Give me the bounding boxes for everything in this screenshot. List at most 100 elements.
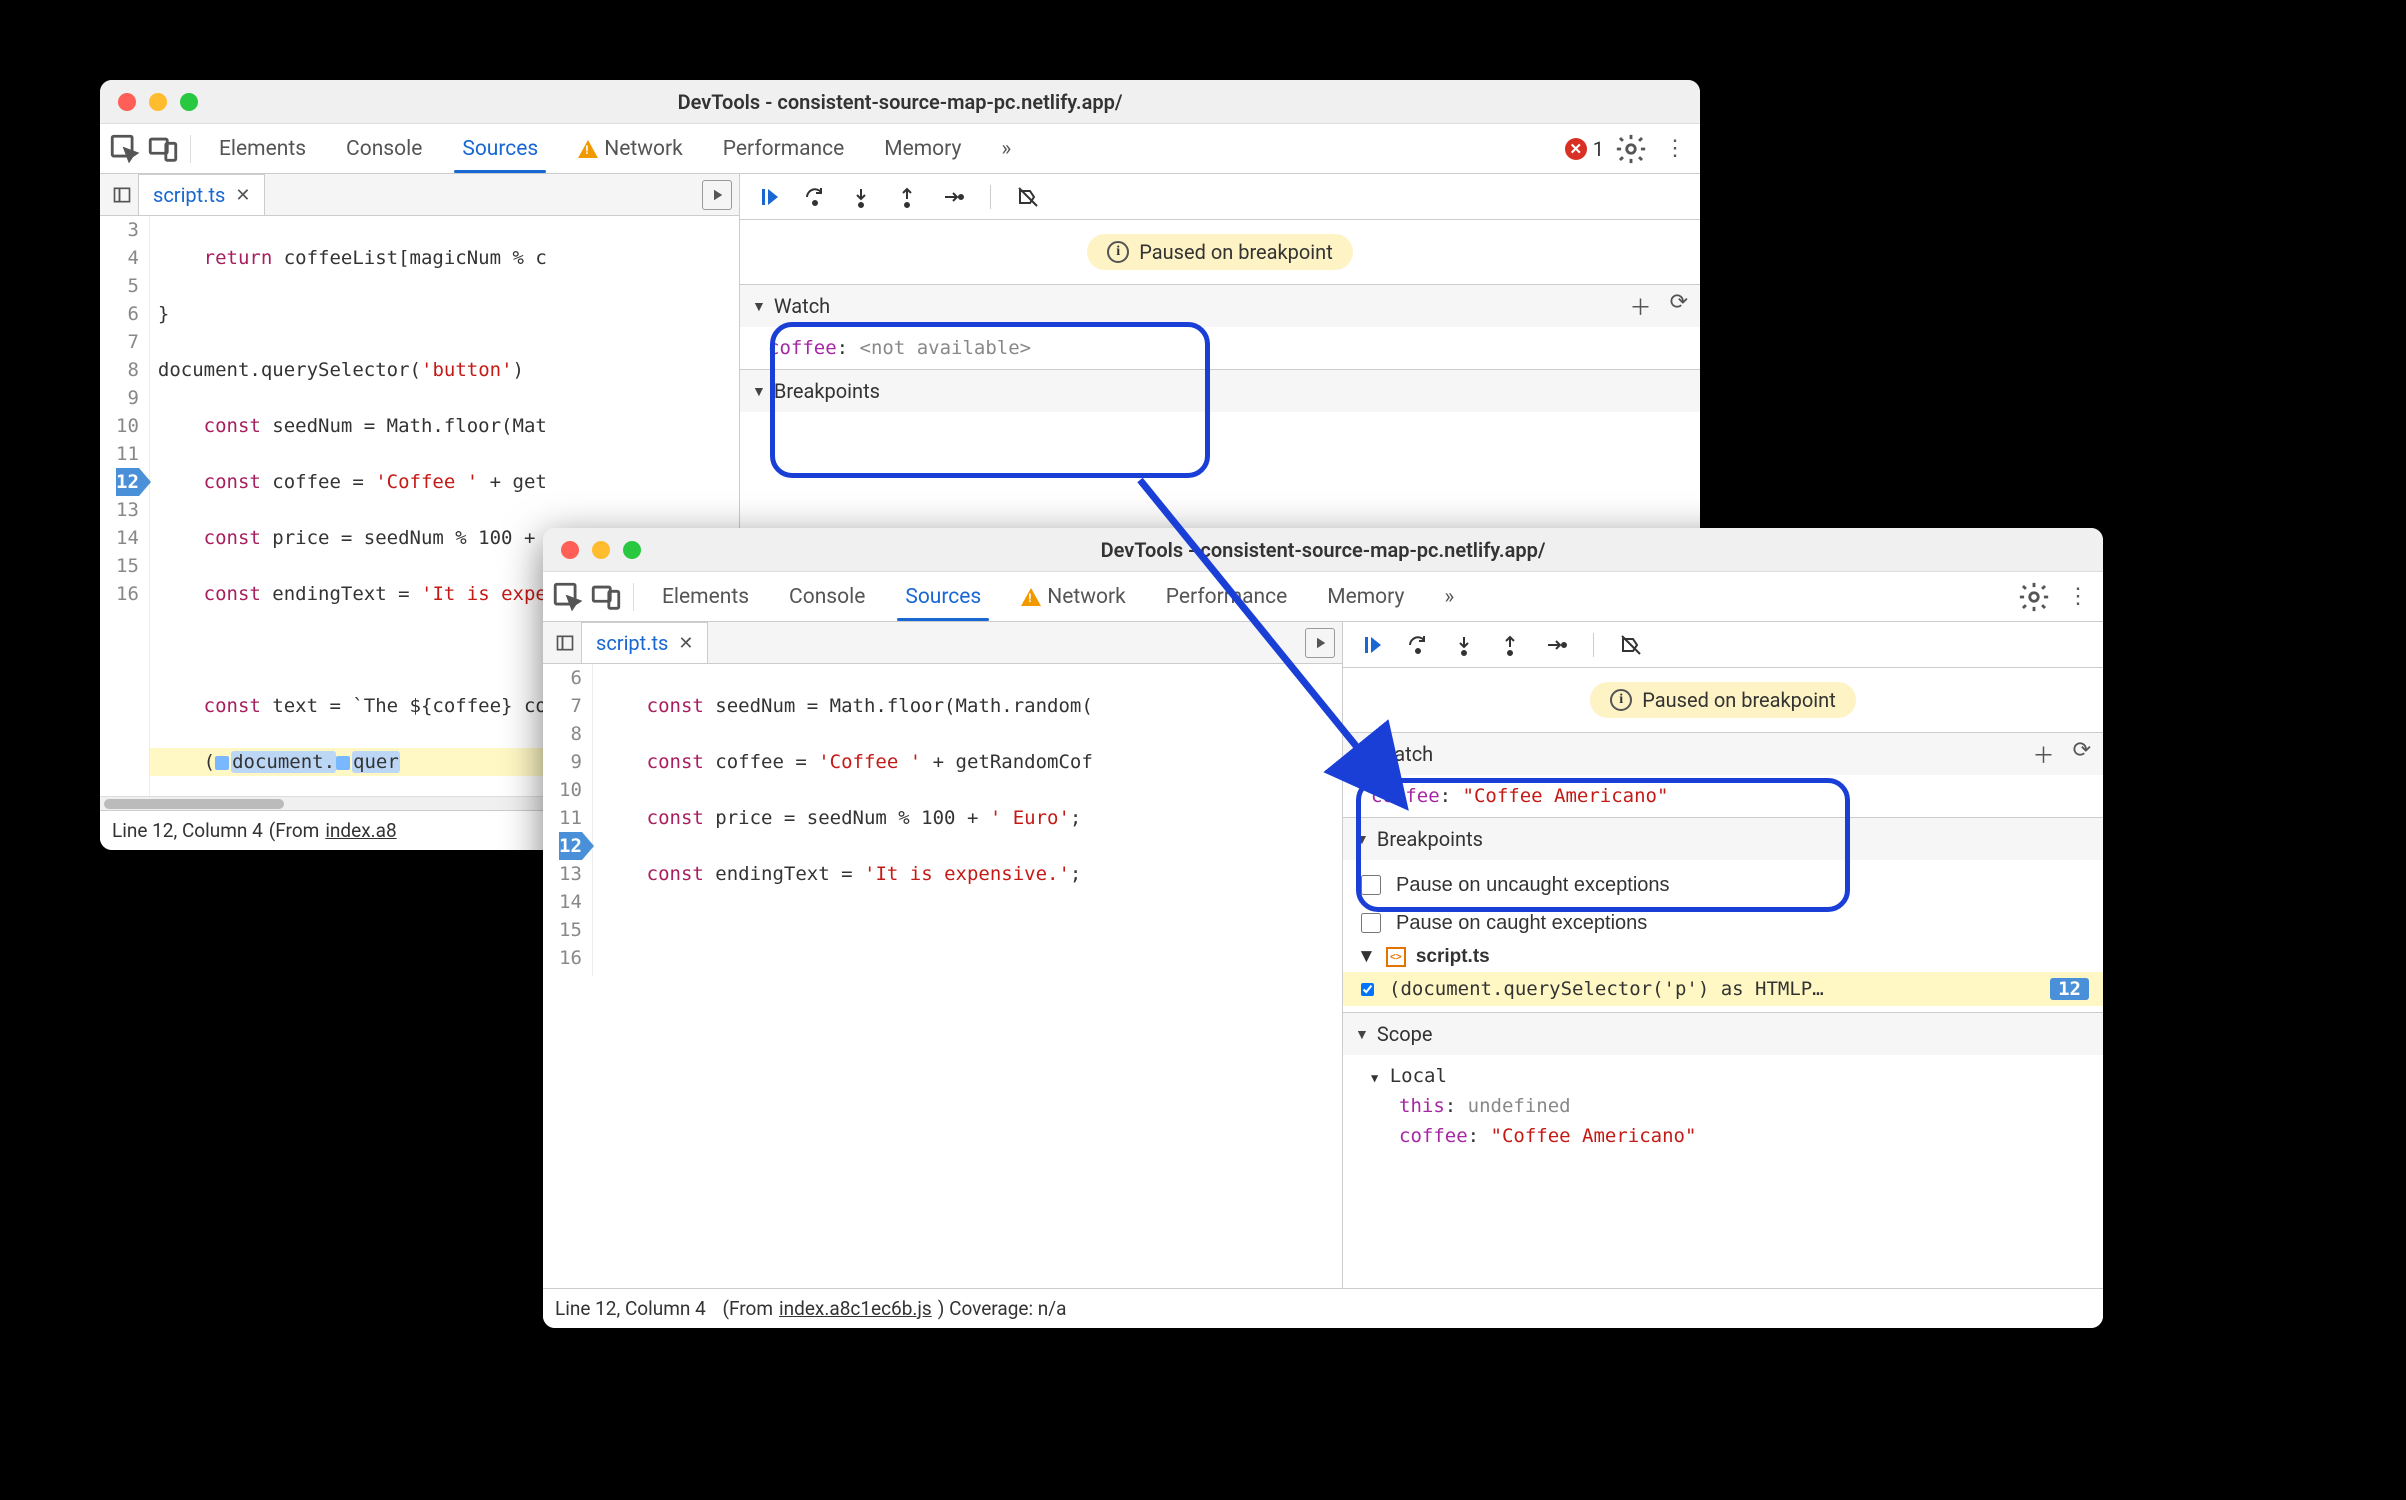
debugger-toolbar: [1343, 622, 2103, 668]
kebab-icon[interactable]: ⋮: [1658, 132, 1692, 166]
refresh-icon[interactable]: ⟳: [1670, 290, 1688, 322]
file-tab-script[interactable]: script.ts ✕: [581, 622, 708, 663]
tab-elements[interactable]: Elements: [201, 124, 324, 173]
titlebar: DevTools - consistent-source-map-pc.netl…: [543, 528, 2103, 572]
breakpoint-file[interactable]: ▼ <> script.ts: [1343, 942, 2103, 972]
code-editor[interactable]: 678910111213141516 const seedNum = Math.…: [543, 664, 1342, 976]
line-gutter[interactable]: 678910111213141516: [543, 664, 593, 976]
window-traffic-lights: [561, 541, 641, 559]
watch-expression[interactable]: coffee: <not available>: [740, 333, 1700, 363]
tab-network[interactable]: Network: [560, 124, 701, 173]
resume-icon[interactable]: [1357, 630, 1387, 660]
device-icon[interactable]: [146, 132, 180, 166]
step-over-icon[interactable]: [1403, 630, 1433, 660]
tab-network[interactable]: Network: [1003, 572, 1144, 621]
chevron-down-icon: ▼: [1355, 1026, 1369, 1043]
add-watch-icon[interactable]: ＋: [2033, 738, 2055, 770]
tab-memory[interactable]: Memory: [866, 124, 979, 173]
resume-icon[interactable]: [754, 182, 784, 212]
close-icon[interactable]: [561, 541, 579, 559]
run-snippet-icon[interactable]: [701, 179, 733, 211]
close-icon[interactable]: ✕: [678, 633, 693, 654]
step-out-icon[interactable]: [892, 182, 922, 212]
file-tab-script[interactable]: script.ts ✕: [138, 174, 265, 215]
kebab-icon[interactable]: ⋮: [2061, 580, 2095, 614]
paused-banner: i Paused on breakpoint: [1590, 682, 1856, 718]
checkbox[interactable]: [1361, 875, 1381, 895]
watch-header[interactable]: ▼ Watch ＋ ⟳: [1343, 733, 2103, 775]
line-gutter[interactable]: 345678910111213141516: [100, 216, 150, 796]
gear-icon[interactable]: [1614, 132, 1648, 166]
maximize-icon[interactable]: [623, 541, 641, 559]
file-tabs: script.ts ✕: [100, 174, 739, 216]
navigator-icon[interactable]: [549, 627, 581, 659]
status-bar: Line 12, Column 4 (From index.a8c1ec6b.j…: [543, 1288, 2103, 1328]
minimize-icon[interactable]: [149, 93, 167, 111]
device-icon[interactable]: [589, 580, 623, 614]
maximize-icon[interactable]: [180, 93, 198, 111]
window-traffic-lights: [118, 93, 198, 111]
tab-performance[interactable]: Performance: [1148, 572, 1305, 621]
step-into-icon[interactable]: [846, 182, 876, 212]
tab-performance[interactable]: Performance: [705, 124, 862, 173]
inspect-icon[interactable]: [108, 132, 142, 166]
gear-icon[interactable]: [2017, 580, 2051, 614]
breakpoints-header[interactable]: ▼ Breakpoints: [1343, 818, 2103, 860]
code-content[interactable]: const seedNum = Math.floor(Math.random( …: [593, 664, 1342, 976]
tab-sources[interactable]: Sources: [444, 124, 556, 173]
tab-memory[interactable]: Memory: [1309, 572, 1422, 621]
watch-expression[interactable]: coffee: "Coffee Americano": [1343, 781, 2103, 811]
step-icon[interactable]: [938, 182, 968, 212]
breakpoint-entry[interactable]: (document.querySelector('p') as HTMLP… 1…: [1343, 972, 2103, 1006]
pause-caught-toggle[interactable]: Pause on caught exceptions: [1343, 904, 2103, 942]
checkbox[interactable]: [1361, 983, 1374, 996]
step-over-icon[interactable]: [800, 182, 830, 212]
pause-uncaught-toggle[interactable]: Pause on uncaught exceptions: [1343, 866, 2103, 904]
error-count[interactable]: ✕1: [1565, 137, 1604, 161]
tab-console[interactable]: Console: [771, 572, 883, 621]
tab-more[interactable]: »: [983, 124, 1029, 173]
run-snippet-icon[interactable]: [1304, 627, 1336, 659]
watch-header[interactable]: ▼ Watch ＋ ⟳: [740, 285, 1700, 327]
watch-section: ▼ Watch ＋ ⟳ coffee: <not available>: [740, 284, 1700, 369]
tab-console[interactable]: Console: [328, 124, 440, 173]
navigator-icon[interactable]: [106, 179, 138, 211]
sourcemap-link[interactable]: index.a8: [325, 819, 396, 842]
scope-local[interactable]: ▼ Local: [1343, 1061, 2103, 1091]
minimize-icon[interactable]: [592, 541, 610, 559]
scope-var-this[interactable]: this: undefined: [1343, 1091, 2103, 1121]
scope-var-coffee[interactable]: coffee: "Coffee Americano": [1343, 1121, 2103, 1151]
step-icon[interactable]: [1541, 630, 1571, 660]
step-into-icon[interactable]: [1449, 630, 1479, 660]
scope-header[interactable]: ▼ Scope: [1343, 1013, 2103, 1055]
paused-banner: i Paused on breakpoint: [1087, 234, 1353, 270]
tab-sources[interactable]: Sources: [887, 572, 999, 621]
devtools-window-b: DevTools - consistent-source-map-pc.netl…: [543, 528, 2103, 1328]
titlebar: DevTools - consistent-source-map-pc.netl…: [100, 80, 1700, 124]
window-title: DevTools - consistent-source-map-pc.netl…: [114, 90, 1686, 114]
chevron-down-icon: ▼: [752, 383, 766, 400]
scope-section: ▼ Scope ▼ Local this: undefined coffee: …: [1343, 1012, 2103, 1157]
refresh-icon[interactable]: ⟳: [2073, 738, 2091, 770]
step-out-icon[interactable]: [1495, 630, 1525, 660]
warning-icon: [1021, 588, 1041, 606]
sourcemap-link[interactable]: index.a8c1ec6b.js: [779, 1297, 932, 1320]
close-icon[interactable]: [118, 93, 136, 111]
breakpoints-section: ▼ Breakpoints: [740, 369, 1700, 412]
watch-section: ▼ Watch ＋ ⟳ coffee: "Coffee Americano": [1343, 732, 2103, 817]
tab-elements[interactable]: Elements: [644, 572, 767, 621]
inspect-icon[interactable]: [551, 580, 585, 614]
chevron-down-icon: ▼: [1371, 1071, 1378, 1085]
tab-more[interactable]: »: [1426, 572, 1472, 621]
checkbox[interactable]: [1361, 913, 1381, 933]
add-watch-icon[interactable]: ＋: [1630, 290, 1652, 322]
breakpoints-section: ▼ Breakpoints Pause on uncaught exceptio…: [1343, 817, 2103, 1012]
debug-mark-icon: [336, 756, 350, 770]
debugger-toolbar: [740, 174, 1700, 220]
deactivate-breakpoints-icon[interactable]: [1616, 630, 1646, 660]
deactivate-breakpoints-icon[interactable]: [1013, 182, 1043, 212]
close-icon[interactable]: ✕: [235, 185, 250, 206]
debug-mark-icon: [215, 756, 229, 770]
info-icon: i: [1610, 689, 1632, 711]
breakpoints-header[interactable]: ▼ Breakpoints: [740, 370, 1700, 412]
